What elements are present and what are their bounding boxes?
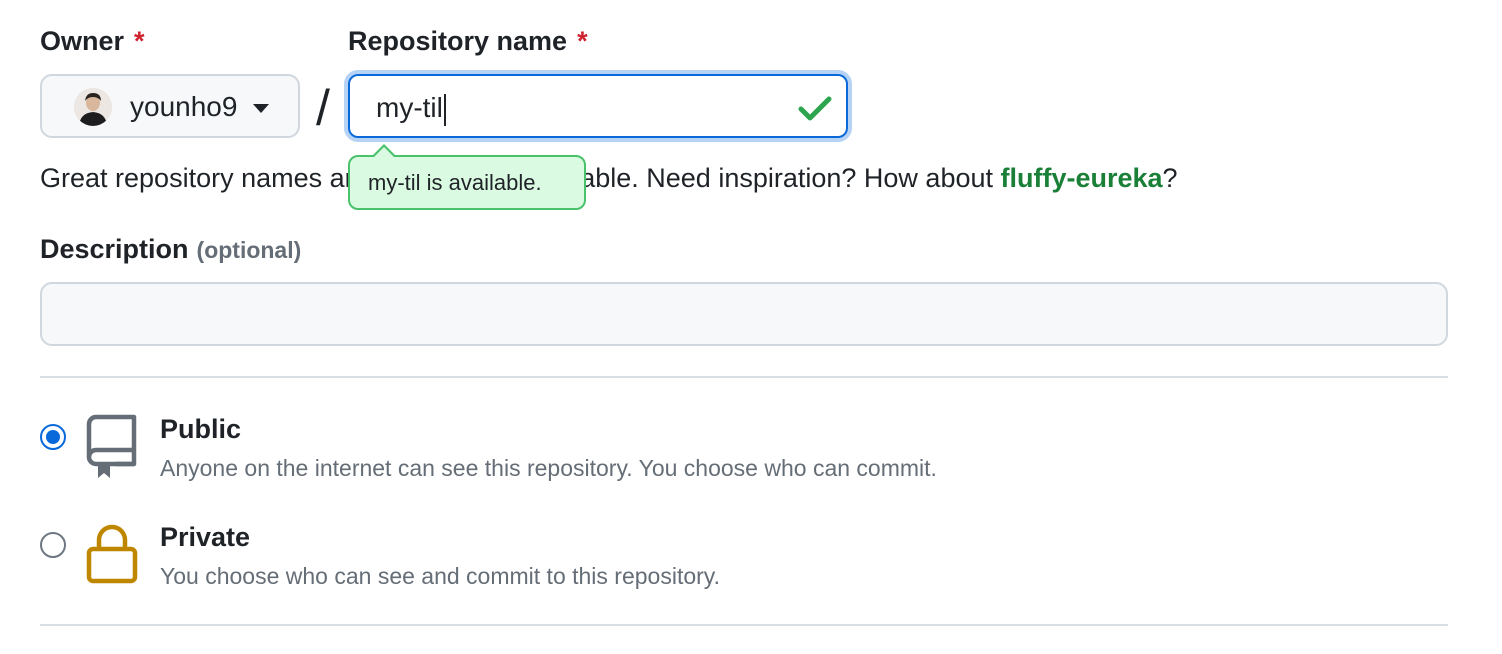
public-title: Public [160, 414, 242, 444]
owner-label: Owner * [40, 26, 145, 57]
repository-name-value: my-til [376, 91, 446, 126]
owner-name: younho9 [130, 91, 238, 122]
optional-label: (optional) [196, 237, 302, 263]
avatar [74, 88, 112, 126]
availability-tooltip: my-til is available. [348, 144, 586, 210]
availability-tooltip-text: my-til is available. [368, 170, 542, 195]
private-description: You choose who can see and commit to thi… [160, 563, 720, 589]
repository-name-focus-ring: my-til [344, 70, 852, 142]
private-radio[interactable] [40, 532, 66, 558]
text-cursor [443, 93, 446, 126]
repository-required-mark: * [577, 26, 588, 56]
owner-repo-separator: / [316, 80, 330, 136]
repository-name-value-text: my-til [376, 92, 443, 123]
repository-name-label: Repository name * [348, 26, 588, 57]
repo-icon [86, 414, 137, 478]
owner-required-mark: * [134, 26, 145, 56]
tooltip-arrow-fill [374, 147, 394, 157]
repository-name-label-text: Repository name [348, 26, 568, 56]
description-label-text: Description [40, 234, 189, 264]
suggested-name-link[interactable]: fluffy-eureka [1001, 163, 1163, 193]
help-text-after: ? [1162, 163, 1178, 193]
owner-label-text: Owner [40, 26, 125, 56]
chevron-down-icon [253, 104, 269, 113]
repository-name-input[interactable]: my-til [348, 74, 848, 138]
check-icon [798, 96, 832, 121]
public-description: Anyone on the internet can see this repo… [160, 455, 937, 481]
lock-icon [86, 524, 138, 584]
repository-name-help: Great repository names are short and mem… [40, 161, 1178, 195]
public-radio[interactable] [40, 424, 66, 450]
owner-dropdown[interactable]: younho9 [40, 74, 300, 138]
description-label: Description (optional) [40, 234, 301, 265]
divider [40, 376, 1448, 378]
description-input[interactable] [40, 282, 1448, 346]
divider [40, 624, 1448, 626]
private-title: Private [160, 522, 251, 552]
